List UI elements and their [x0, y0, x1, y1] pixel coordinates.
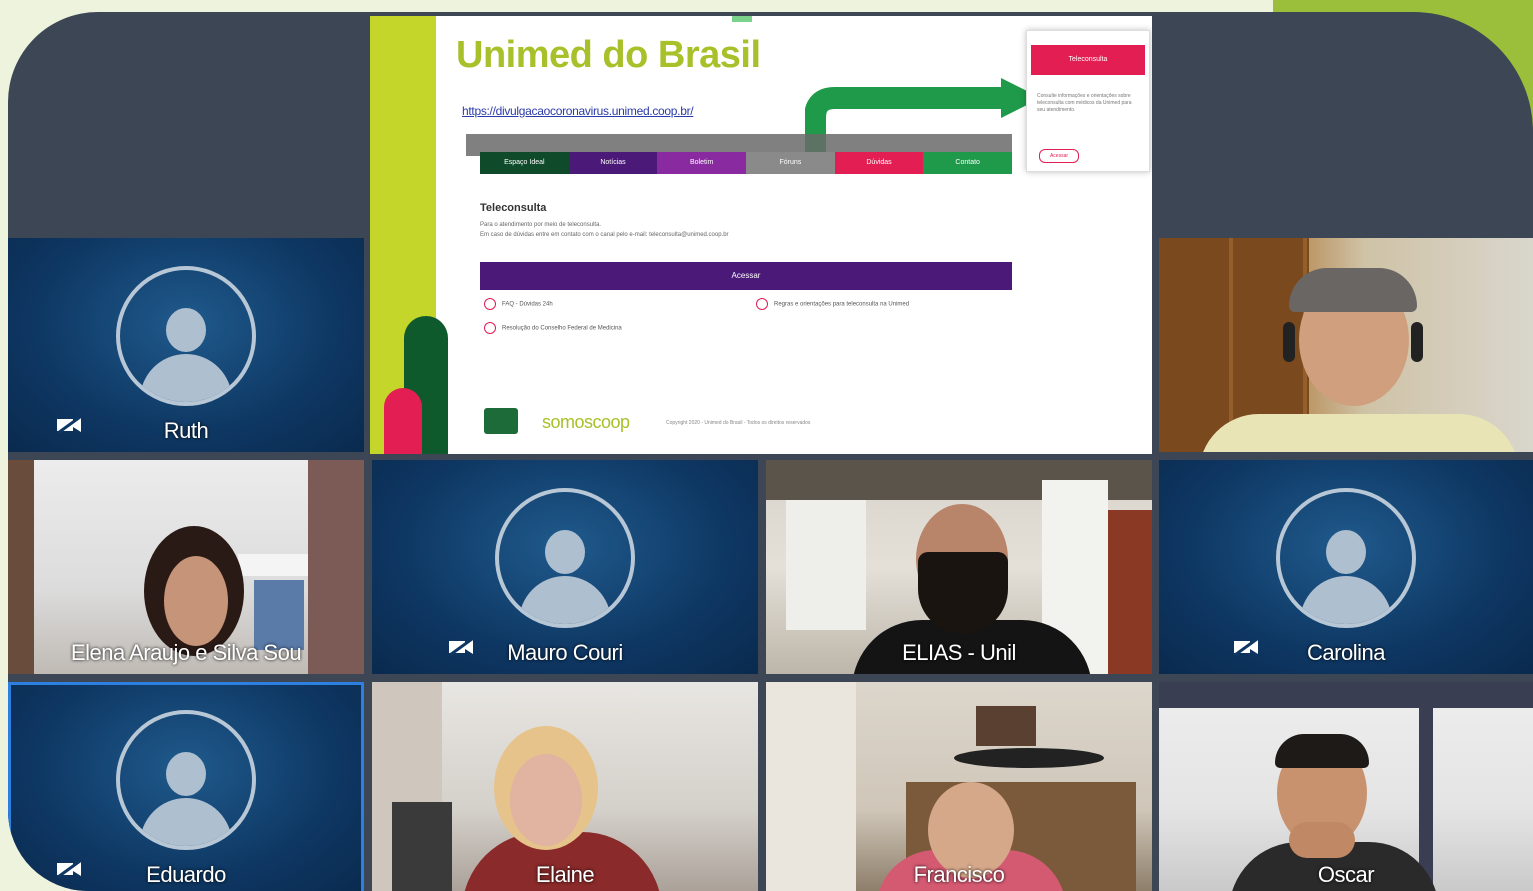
- section-text: Para o atendimento por meio de teleconsu…: [480, 222, 602, 228]
- decor-red: [384, 388, 422, 454]
- participant-name: Oscar: [1317, 862, 1375, 887]
- nav-item[interactable]: Espaço Ideal: [480, 152, 569, 174]
- participant-name: Carolina: [1307, 640, 1385, 665]
- participant-video-elaine[interactable]: Elaine: [372, 682, 758, 891]
- video-conference-window: Unimed do Brasil https://divulgacaocoron…: [8, 12, 1533, 891]
- participant-name: ELIAS - Unil: [902, 640, 1016, 665]
- site-nav: Espaço Ideal Notícias Boletim Fóruns Dúv…: [480, 152, 1013, 174]
- footer-copyright: Copyright 2020 - Unimed do Brasil - Todo…: [666, 420, 811, 426]
- footer-brand: somoscoop: [542, 412, 630, 432]
- participant-name: Elena Araujo e Silva Sou: [70, 640, 302, 665]
- participant-name: Ruth: [163, 418, 209, 443]
- participant-name: Eduardo: [146, 862, 226, 887]
- nav-item[interactable]: Fóruns: [746, 152, 835, 174]
- nav-item[interactable]: Boletim: [657, 152, 747, 174]
- section-text: Em caso de dúvidas entre em contato com …: [480, 232, 729, 238]
- participant-video-elena[interactable]: Elena Araujo e Silva Sou: [8, 460, 364, 674]
- unimed-logo: [484, 408, 518, 434]
- nav-item[interactable]: Dúvidas: [834, 152, 924, 174]
- participant-video-oscar[interactable]: Oscar: [1159, 682, 1533, 891]
- section-heading: Teleconsulta: [480, 202, 547, 214]
- option-link[interactable]: FAQ - Dúvidas 24h: [484, 298, 553, 310]
- shared-screen: Unimed do Brasil https://divulgacaocoron…: [370, 16, 1152, 454]
- site-url-link[interactable]: https://divulgacaocoronavirus.unimed.coo…: [462, 104, 694, 118]
- avatar-icon: [116, 266, 256, 407]
- participant-video-francisco[interactable]: Francisco: [766, 682, 1152, 891]
- participant-name: Mauro Couri: [507, 640, 623, 665]
- participant-tile-eduardo[interactable]: Eduardo: [8, 682, 364, 891]
- participant-tile-carolina[interactable]: Carolina: [1159, 460, 1533, 674]
- nav-item[interactable]: Contato: [923, 152, 1013, 174]
- avatar-icon: [1276, 488, 1416, 629]
- participant-tile-ruth[interactable]: Ruth: [8, 238, 364, 452]
- access-button[interactable]: Acessar: [480, 262, 1012, 290]
- avatar-icon: [495, 488, 635, 629]
- participant-video-elias[interactable]: ELIAS - Unil: [766, 460, 1152, 674]
- avatar-icon: [116, 710, 256, 851]
- nav-item[interactable]: Notícias: [568, 152, 658, 174]
- site-title: Unimed do Brasil: [456, 34, 761, 76]
- option-link[interactable]: Regras e orientações para teleconsulta n…: [756, 298, 909, 310]
- participant-tile-mauro[interactable]: Mauro Couri: [372, 460, 758, 674]
- popup-text: Consulte informações e orientações sobre…: [1037, 93, 1132, 113]
- option-link[interactable]: Resolução do Conselho Federal de Medicin…: [484, 322, 622, 334]
- participant-video-headset[interactable]: [1159, 238, 1533, 452]
- popup-header: Teleconsulta: [1031, 45, 1145, 75]
- participant-name: Francisco: [913, 862, 1005, 887]
- popup-card: Teleconsulta Consulte informações e orie…: [1026, 30, 1150, 172]
- participant-name: Elaine: [535, 862, 595, 887]
- popup-button[interactable]: Acessar: [1039, 149, 1079, 163]
